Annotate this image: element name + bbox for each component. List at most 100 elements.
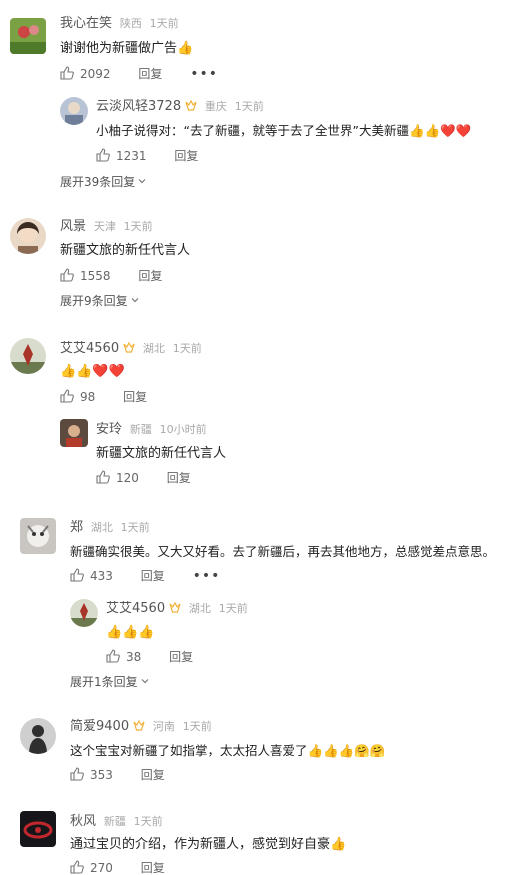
- reply-button[interactable]: 回复: [123, 390, 147, 404]
- reply-button[interactable]: 回复: [141, 768, 165, 782]
- reply-button[interactable]: 回复: [169, 650, 193, 664]
- comment-time: 1天前: [149, 17, 179, 30]
- comment-actions: 98 回复: [60, 389, 171, 405]
- reply-meta: 云淡风轻3728 重庆 1天前: [96, 98, 264, 115]
- user-name[interactable]: 简爱9400: [70, 719, 129, 734]
- user-name[interactable]: 艾艾4560: [106, 601, 165, 616]
- avatar[interactable]: [10, 218, 46, 254]
- expand-replies[interactable]: 展开9条回复: [60, 292, 139, 309]
- comment-time: 1天前: [234, 100, 264, 113]
- reply-button[interactable]: 回复: [141, 569, 165, 583]
- expand-label[interactable]: 展开9条回复: [60, 294, 128, 308]
- avatar[interactable]: [20, 718, 56, 754]
- reply-actions: 120 回复: [96, 470, 215, 486]
- user-name[interactable]: 我心在笑: [60, 16, 112, 31]
- user-location: 陕西: [119, 17, 142, 30]
- reply-actions: 38 回复: [106, 649, 217, 665]
- comment-text: 这个宝宝对新疆了如指掌，太太招人喜爱了👍👍👍🤗🤗: [70, 743, 386, 758]
- reply-button[interactable]: 回复: [141, 861, 165, 875]
- user-name[interactable]: 安玲: [96, 422, 122, 437]
- thumbs-up-icon[interactable]: [60, 389, 74, 403]
- chevron-down-icon: [131, 293, 139, 303]
- like-count: 353: [90, 768, 113, 782]
- vip-badge-icon: [185, 99, 197, 112]
- comment-time: 1天前: [182, 720, 212, 733]
- user-location: 湖北: [188, 602, 211, 615]
- comment-time: 1天前: [172, 342, 202, 355]
- user-name[interactable]: 艾艾4560: [60, 341, 119, 356]
- avatar[interactable]: [60, 97, 88, 125]
- comment-text: 新疆文旅的新任代言人: [60, 243, 191, 258]
- like-count: 2092: [80, 67, 111, 81]
- expand-replies[interactable]: 展开39条回复: [60, 173, 146, 190]
- thumbs-up-icon[interactable]: [70, 568, 84, 582]
- comment-meta: 艾艾4560 湖北 1天前: [60, 340, 202, 357]
- comment-text: 👍👍❤️❤️: [60, 364, 125, 379]
- user-location: 河南: [152, 720, 175, 733]
- comment-actions: 270 回复: [70, 860, 189, 875]
- reply-meta: 安玲 新疆 10小时前: [96, 421, 207, 438]
- user-location: 天津: [93, 220, 116, 233]
- comment-time: 1天前: [133, 815, 163, 828]
- thumbs-up-icon[interactable]: [106, 649, 120, 663]
- more-dots-icon[interactable]: •••: [190, 66, 218, 82]
- reply-button[interactable]: 回复: [138, 67, 162, 81]
- thumbs-up-icon[interactable]: [70, 860, 84, 874]
- vip-badge-icon: [123, 341, 135, 354]
- user-name[interactable]: 风景: [60, 219, 86, 234]
- user-location: 新疆: [129, 423, 152, 436]
- reply-button[interactable]: 回复: [174, 149, 198, 163]
- chevron-down-icon: [141, 674, 149, 684]
- comment-meta: 风景 天津 1天前: [60, 218, 153, 235]
- avatar[interactable]: [70, 599, 98, 627]
- reply-text: 👍👍👍: [106, 625, 155, 640]
- comment-meta: 我心在笑 陕西 1天前: [60, 15, 179, 32]
- like-count: 1558: [80, 269, 111, 283]
- like-count: 38: [126, 650, 142, 664]
- avatar[interactable]: [20, 518, 56, 554]
- expand-label[interactable]: 展开1条回复: [70, 675, 138, 689]
- like-count: 433: [90, 569, 113, 583]
- like-count: 120: [116, 471, 139, 485]
- more-dots-icon[interactable]: •••: [193, 568, 221, 584]
- like-count: 1231: [116, 149, 147, 163]
- reply-actions: 1231 回复: [96, 148, 222, 164]
- comment-meta: 秋风 新疆 1天前: [70, 813, 163, 830]
- avatar[interactable]: [10, 338, 46, 374]
- user-name[interactable]: 郑: [70, 520, 83, 535]
- avatar[interactable]: [20, 811, 56, 847]
- user-name[interactable]: 云淡风轻3728: [96, 99, 181, 114]
- comment-time: 1天前: [120, 521, 150, 534]
- reply-button[interactable]: 回复: [138, 269, 162, 283]
- vip-badge-icon: [133, 719, 145, 732]
- expand-replies[interactable]: 展开1条回复: [70, 673, 149, 690]
- avatar[interactable]: [10, 18, 46, 54]
- thumbs-up-icon[interactable]: [60, 268, 74, 282]
- comment-text: 新疆确实很美。又大又好看。去了新疆后，再去其他地方，总感觉差点意思。: [70, 544, 496, 559]
- comment-actions: 2092 回复 •••: [60, 66, 218, 82]
- thumbs-up-icon[interactable]: [60, 66, 74, 80]
- user-location: 湖北: [90, 521, 113, 534]
- comment-actions: 353 回复: [70, 767, 189, 783]
- chevron-down-icon: [138, 174, 146, 184]
- user-location: 湖北: [142, 342, 165, 355]
- user-location: 重庆: [204, 100, 227, 113]
- vip-badge-icon: [169, 601, 181, 614]
- comment-text: 谢谢他为新疆做广告👍: [60, 41, 194, 56]
- comment-meta: 简爱9400 河南 1天前: [70, 718, 212, 735]
- thumbs-up-icon[interactable]: [96, 470, 110, 484]
- comment-actions: 433 回复 •••: [70, 568, 220, 584]
- comment-time: 1天前: [218, 602, 248, 615]
- reply-meta: 艾艾4560 湖北 1天前: [106, 600, 248, 617]
- expand-label[interactable]: 展开39条回复: [60, 175, 135, 189]
- reply-button[interactable]: 回复: [167, 471, 191, 485]
- thumbs-up-icon[interactable]: [96, 148, 110, 162]
- avatar[interactable]: [60, 419, 88, 447]
- reply-text: 新疆文旅的新任代言人: [96, 446, 227, 461]
- comment-text: 通过宝贝的介绍，作为新疆人，感觉到好自豪👍: [70, 837, 347, 852]
- comment-meta: 郑 湖北 1天前: [70, 519, 150, 536]
- reply-text: 小柚子说得对：“去了新疆，就等于去了全世界”大美新疆👍👍❤️❤️: [96, 123, 472, 138]
- like-count: 270: [90, 861, 113, 875]
- user-name[interactable]: 秋风: [70, 814, 96, 829]
- thumbs-up-icon[interactable]: [70, 767, 84, 781]
